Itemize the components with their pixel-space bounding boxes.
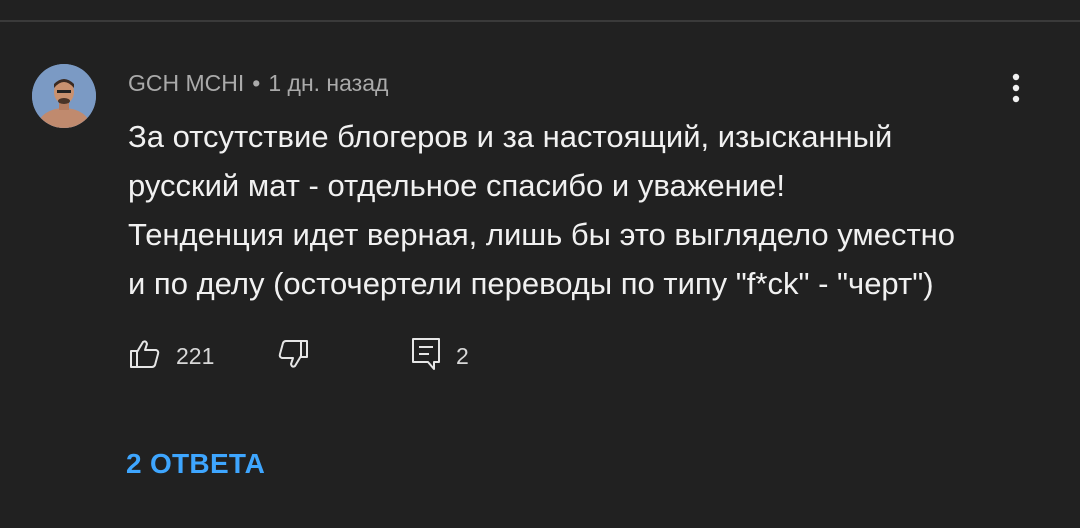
more-vert-icon[interactable] bbox=[1000, 68, 1032, 108]
dislike-button[interactable] bbox=[276, 334, 310, 378]
thumb-down-icon bbox=[276, 337, 310, 376]
comment-line: Тенденция идет верная, лишь бы это выгля… bbox=[128, 217, 956, 252]
reply-count: 2 bbox=[456, 342, 469, 369]
avatar[interactable] bbox=[32, 64, 96, 128]
reply-button[interactable]: 2 bbox=[410, 334, 469, 378]
like-button[interactable]: 221 bbox=[128, 334, 214, 378]
comment-time[interactable]: 1 дн. назад bbox=[268, 70, 388, 97]
comment-meta: GCH MCHI • 1 дн. назад bbox=[128, 66, 388, 100]
comment-actions: 221 2 bbox=[128, 334, 628, 378]
top-divider bbox=[0, 0, 1080, 22]
comment-icon bbox=[410, 336, 442, 377]
thumb-up-icon bbox=[128, 337, 162, 376]
view-replies-link[interactable]: 2 ОТВЕТА bbox=[126, 448, 265, 480]
comment-line: За отсутствие блогеров и за настоящий, и… bbox=[128, 119, 893, 154]
comment-line: русский мат - отдельное спасибо и уважен… bbox=[128, 168, 785, 203]
comment-line: и по делу (осточертели переводы по типу … bbox=[128, 266, 934, 301]
comment-text: За отсутствие блогеров и за настоящий, и… bbox=[128, 112, 1048, 308]
like-count: 221 bbox=[176, 342, 215, 369]
meta-separator: • bbox=[252, 69, 261, 96]
author-name[interactable]: GCH MCHI bbox=[128, 70, 244, 97]
